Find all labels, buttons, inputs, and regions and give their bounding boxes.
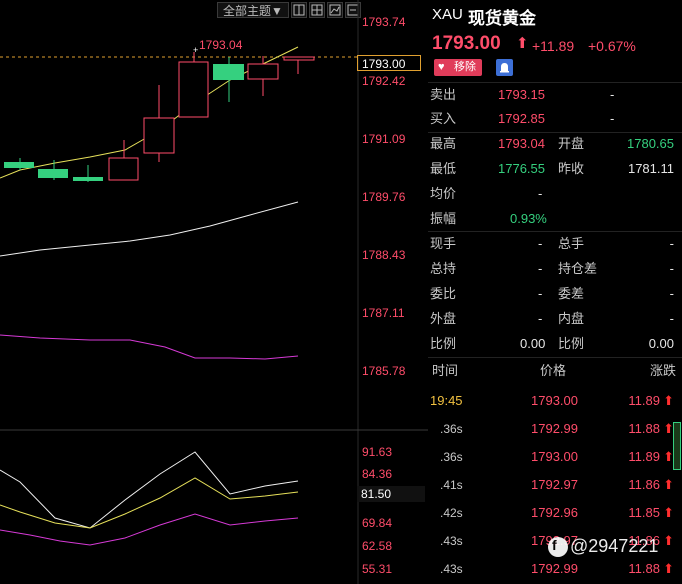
indicator-axis-label: 55.31 xyxy=(362,562,393,576)
ask-row: 卖出 1793.15 - xyxy=(430,87,615,102)
indicator-current-tag: 81.50 xyxy=(357,486,425,502)
remove-watchlist-button[interactable]: ♥ 移除 xyxy=(434,59,482,76)
candle xyxy=(247,56,279,96)
watermark: f @2947221 xyxy=(548,536,658,558)
candle xyxy=(143,85,175,162)
tick-row: .36s 1792.99 11.88 ⬆ xyxy=(428,415,682,443)
up-arrow-icon: ⬆ xyxy=(663,533,674,548)
price-axis-label: 1791.09 xyxy=(362,132,406,146)
vol-row: 现手 - 总手 - xyxy=(430,236,674,251)
tick-row: .41s 1792.97 11.86 ⬆ xyxy=(428,471,682,499)
bid-row: 买入 1792.85 - xyxy=(430,111,615,126)
last-price: 1793.00 xyxy=(432,33,501,54)
tick-row: .43s 1792.99 11.88 ⬆ xyxy=(428,555,682,583)
indicator-magenta-line xyxy=(0,513,299,546)
price-change: +11.89 xyxy=(532,38,575,54)
current-price-tag: 1793.00 xyxy=(357,55,421,71)
indicator-axis-label: 84.36 xyxy=(362,467,393,481)
price-change-pct: +0.67% xyxy=(588,38,636,54)
price-axis-label: 1785.78 xyxy=(362,364,406,378)
stats-row-amplitude: 振幅 0.93% xyxy=(430,211,547,226)
indicator-axis-label: 69.84 xyxy=(362,516,393,530)
tick-row: .42s 1792.96 11.85 ⬆ xyxy=(428,499,682,527)
up-arrow-icon: ⬆ xyxy=(663,505,674,520)
stats-row-low-prevclose: 最低 1776.55 昨收 1781.11 xyxy=(430,161,674,176)
price-axis-label: 1789.76 xyxy=(362,190,406,204)
up-arrow-icon: ⬆ xyxy=(663,393,674,408)
tick-row: .36s 1793.00 11.89 ⬆ xyxy=(428,443,682,471)
candle xyxy=(108,140,139,181)
candle xyxy=(213,57,244,102)
quote-panel: XAU 现货黄金 1793.00 ⬆ +11.89 +0.67% ♥ 移除 卖出… xyxy=(428,0,682,584)
ticks-header: 时间 价格 涨跌 xyxy=(432,363,676,378)
symbol-name: 现货黄金 xyxy=(468,9,536,28)
candle xyxy=(178,52,209,118)
vol-row: 总持 - 持仓差 - xyxy=(430,261,674,276)
vol-row: 委比 - 委差 - xyxy=(430,286,674,301)
indicator-axis-label: 62.58 xyxy=(362,539,393,553)
candle xyxy=(73,165,103,182)
price-axis-label: 1787.11 xyxy=(362,306,405,320)
indicator-yellow-line xyxy=(0,477,299,529)
price-axis-label: 1793.74 xyxy=(362,15,406,29)
ma-white-line xyxy=(0,201,299,257)
stats-row-avg: 均价 - xyxy=(430,186,543,201)
bell-icon[interactable] xyxy=(496,59,513,76)
ma-magenta-line xyxy=(0,334,299,360)
tick-row: 19:45 1793.00 11.89 ⬆ xyxy=(428,387,682,415)
price-axis-label: 1788.43 xyxy=(362,248,406,262)
candle xyxy=(283,56,315,74)
vol-row: 比例 0.00 比例 0.00 xyxy=(430,336,674,351)
up-arrow-icon: ⬆ xyxy=(663,561,674,576)
indicator-axis-label: 91.63 xyxy=(362,445,393,459)
ticks-scrollbar[interactable] xyxy=(673,422,681,470)
symbol-code: XAU xyxy=(432,6,463,23)
heart-icon: ♥ xyxy=(438,61,445,73)
price-axis-label: 1792.42 xyxy=(362,74,406,88)
svg-text:+: + xyxy=(193,45,198,55)
up-arrow-icon: ⬆ xyxy=(663,477,674,492)
vol-row: 外盘 - 内盘 - xyxy=(430,311,674,326)
indicator-white-line xyxy=(0,451,299,529)
weibo-logo-icon: f xyxy=(548,537,568,558)
high-annotation: 1793.04 xyxy=(199,38,243,52)
up-arrow-icon: ⬆ xyxy=(516,35,529,52)
stats-row-high-open: 最高 1793.04 开盘 1780.65 xyxy=(430,136,674,151)
